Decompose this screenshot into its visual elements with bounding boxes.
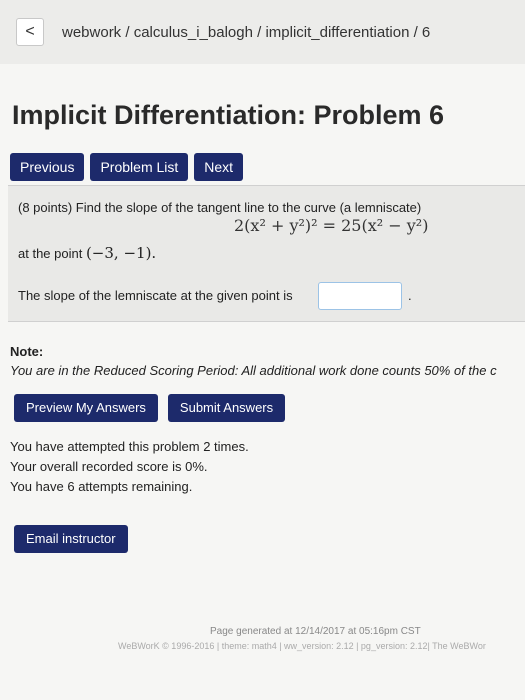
problem-list-button[interactable]: Problem List xyxy=(90,153,189,181)
point-value: (−3, −1). xyxy=(85,244,157,262)
problem-box: (8 points) Find the slope of the tangent… xyxy=(8,185,525,322)
chevron-left-icon: < xyxy=(25,23,35,40)
attempt-info: You have attempted this problem 2 times.… xyxy=(10,437,249,497)
recorded-score: Your overall recorded score is 0%. xyxy=(10,459,208,474)
previous-button[interactable]: Previous xyxy=(10,153,85,181)
equation: 2(x² + y²)² = 25(x² − y²) xyxy=(234,216,429,235)
slope-prompt: The slope of the lemniscate at the given… xyxy=(18,288,293,303)
submit-answers-button[interactable]: Submit Answers xyxy=(167,394,286,422)
attempts-remaining: You have 6 attempts remaining. xyxy=(10,479,193,494)
note-label: Note: xyxy=(10,344,44,359)
preview-answers-button[interactable]: Preview My Answers xyxy=(14,394,158,422)
point-text: at the point (−3, −1). xyxy=(18,244,156,262)
page-generated-text: Page generated at 12/14/2017 at 05:16pm … xyxy=(210,626,421,637)
answer-suffix: . xyxy=(408,288,412,303)
breadcrumb[interactable]: webwork / calculus_i_balogh / implicit_d… xyxy=(62,24,430,41)
attempt-count: You have attempted this problem 2 times. xyxy=(10,439,249,454)
next-button[interactable]: Next xyxy=(194,153,244,181)
version-text: WeBWorK © 1996-2016 | theme: math4 | ww_… xyxy=(118,641,486,651)
point-prefix: at the point xyxy=(18,246,86,261)
problem-statement: (8 points) Find the slope of the tangent… xyxy=(18,200,422,215)
breadcrumb-bar: < webwork / calculus_i_balogh / implicit… xyxy=(0,0,525,64)
note-text: You are in the Reduced Scoring Period: A… xyxy=(10,363,497,378)
answer-actions: Preview My Answers Submit Answers xyxy=(14,394,286,422)
problem-nav: Previous Problem List Next xyxy=(10,153,244,181)
email-instructor-button[interactable]: Email instructor xyxy=(14,525,128,553)
page-title: Implicit Differentiation: Problem 6 xyxy=(12,100,445,130)
back-button[interactable]: < xyxy=(16,18,44,46)
answer-input[interactable] xyxy=(318,282,402,310)
